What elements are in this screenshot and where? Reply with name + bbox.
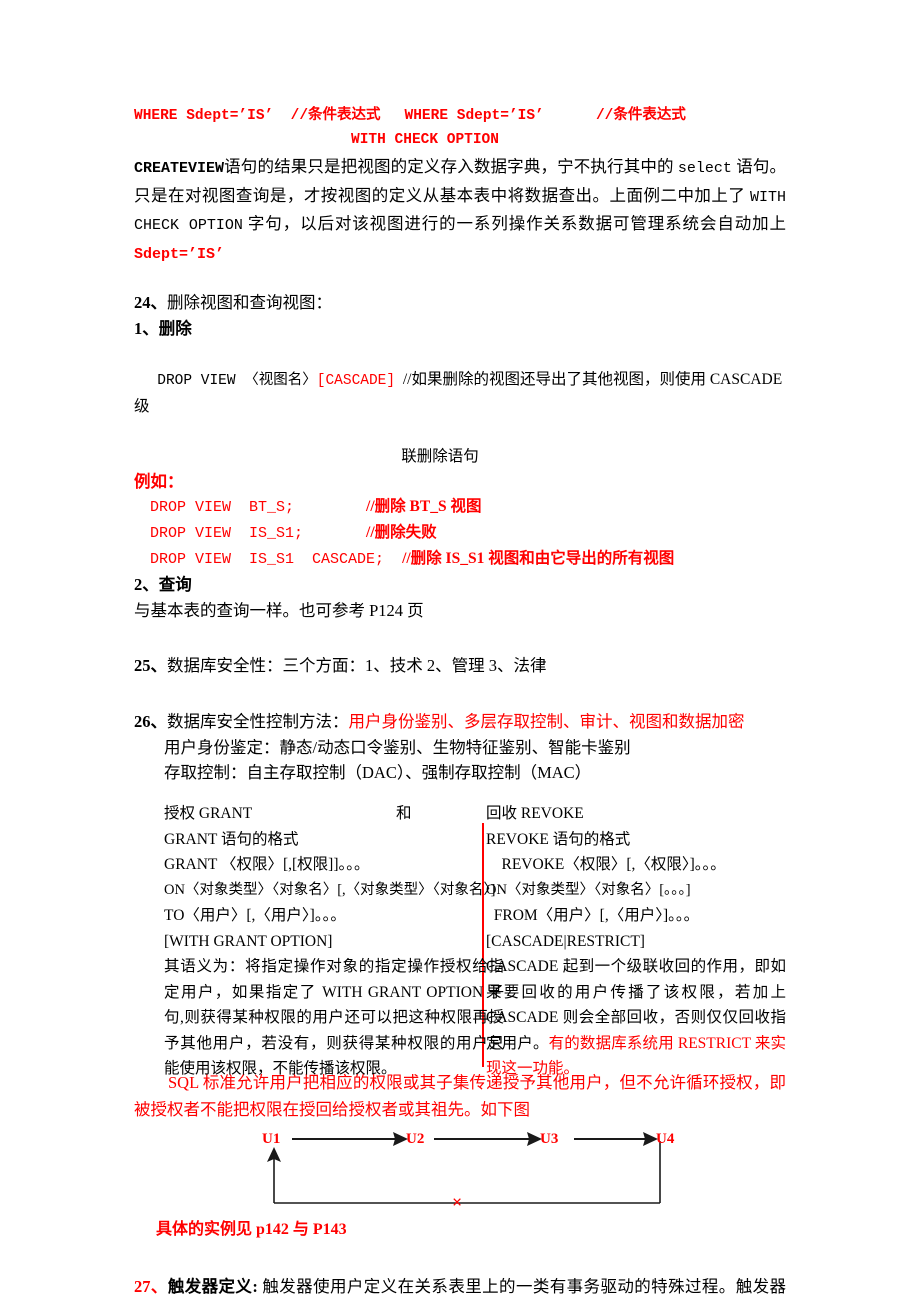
item-24-number: 24、 [134, 293, 167, 312]
grant-column: 授权 GRANT GRANT 语句的格式 GRANT 〈权限〉[,[权限]]。。… [164, 801, 504, 1082]
drop-view-syntax-comment-2-text: 联删除语句 [401, 448, 479, 465]
item-24-title: 删除视图和查询视图： [167, 293, 332, 312]
grant-syntax-line-4: [WITH GRANT OPTION] [164, 932, 333, 950]
item-25-heading: 25、数据库安全性：三个方面：1、技术 2、管理 3、法律 [134, 653, 786, 679]
drop-view-example-2-gap [303, 525, 366, 542]
item-26-number: 26、 [134, 712, 167, 731]
drop-view-example-2-code: DROP VIEW IS_S1; [150, 525, 304, 542]
drop-view-example-2-comment: //删除失败 [366, 524, 437, 541]
grant-syntax-line-3: TO〈用户〉[,〈用户〉]。。。 [164, 907, 346, 924]
diagram-forbidden-mark: × [452, 1192, 463, 1212]
grant-explanation: 其语义为：将指定操作对象的指定操作授权给指定用户，如果指定了 WITH GRAN… [164, 958, 504, 1077]
item-27-number: 27、 [134, 1277, 168, 1296]
item-24-sub1: 1、删除 [134, 316, 786, 342]
drop-view-syntax-prefix: DROP VIEW 〈视图名〉 [157, 373, 317, 389]
drop-view-example-1: DROP VIEW BT_S; //删除 BT_S 视图 [134, 494, 786, 520]
item-27-title: 触发器定义: [167, 1277, 258, 1296]
document-body: WHERE Sdept=’IS’ //条件表达式 WHERE Sdept=’IS’… [134, 104, 786, 1302]
grant-revoke-table: 授权 GRANT GRANT 语句的格式 GRANT 〈权限〉[,[权限]]。。… [134, 801, 786, 1077]
authorization-cycle-diagram: U1 U2 U3 U4 × [134, 1127, 786, 1217]
item-26-line-3: 存取控制：自主存取控制（DAC）、强制存取控制（MAC） [164, 763, 592, 782]
header-code-right: WHERE Sdept=’IS’ //条件表达式 [404, 108, 686, 124]
diagram-node-u4: U4 [656, 1131, 675, 1147]
revoke-syntax-line-3: FROM〈用户〉[,〈用户〉]。。。 [486, 907, 700, 924]
header-code-line-2: WITH CHECK OPTION [351, 132, 499, 148]
drop-view-syntax-comment-2: 联删除语句 [134, 444, 786, 469]
diagram-node-u2: U2 [406, 1131, 425, 1147]
createview-select-keyword: select [677, 160, 732, 177]
createview-text-1: 语句的结果只是把视图的定义存入数据字典，宁不执行其中的 [224, 157, 678, 176]
grant-syntax-line-2: ON〈对象类型〉〈对象名〉[,〈对象类型〉〈对象名〉] [164, 881, 496, 898]
diagram-node-u3: U3 [540, 1131, 559, 1147]
createview-keyword: CREATEVIEW [134, 160, 225, 177]
drop-view-example-1-code: DROP VIEW BT_S; [150, 499, 295, 516]
revoke-explanation: CASCADE 起到一个级联收回的作用，即如果要回收的用户传播了该权限，若加上 … [486, 954, 786, 1082]
item-25-number: 25、 [134, 656, 167, 675]
drop-view-example-3: DROP VIEW IS_S1 CASCADE; //删除 IS_S1 视图和由… [134, 546, 786, 572]
header-code-line-1: WHERE Sdept=’IS’ //条件表达式 WHERE Sdept=’IS’… [134, 104, 786, 128]
createview-paragraph: CREATEVIEW语句的结果只是把视图的定义存入数据字典，宁不执行其中的 se… [134, 154, 786, 268]
item-26-title-highlight: 用户身份鉴别、多层存取控制、审计、视图和数据加密 [348, 712, 745, 731]
item-26-title: 数据库安全性控制方法： [167, 712, 349, 731]
revoke-format-label: REVOKE 语句的格式 [486, 830, 631, 848]
grant-syntax-line-1: GRANT 〈权限〉[,[权限]]。。。 [164, 856, 370, 873]
item-27-paragraph: 27、触发器定义: 触发器使用户定义在关系表里上的一类有事务驱动的特殊过程。触发… [134, 1273, 786, 1302]
example-label: 例如： [134, 472, 184, 491]
drop-view-syntax: DROP VIEW 〈视图名〉[CASCADE] //如果删除的视图还导出了其他… [134, 342, 786, 444]
item-24-sub1-label: 1、删除 [134, 319, 192, 338]
grant-format-label: GRANT 语句的格式 [164, 830, 299, 848]
drop-view-example-3-comment: //删除 IS_S1 视图和由它导出的所有视图 [402, 550, 675, 567]
authorization-cycle-svg [267, 1132, 661, 1204]
revoke-syntax-line-1: REVOKE〈权限〉[,〈权限〉]。。。 [486, 856, 726, 873]
drop-view-example-1-comment: //删除 BT_S 视图 [366, 498, 482, 515]
drop-view-example-3-code: DROP VIEW IS_S1 CASCADE; [150, 551, 385, 568]
item-26-line-2: 用户身份鉴定：静态/动态口令鉴别、生物特征鉴别、智能卡鉴别 [164, 738, 631, 757]
drop-view-example-2: DROP VIEW IS_S1; //删除失败 [134, 520, 786, 546]
item-24-sub2-text: 与基本表的查询一样。也可参考 P124 页 [134, 601, 424, 620]
drop-view-example-3-gap [384, 551, 402, 568]
diagram-node-u1: U1 [262, 1131, 281, 1147]
item-26-heading: 26、数据库安全性控制方法：用户身份鉴别、多层存取控制、审计、视图和数据加密 [134, 709, 786, 735]
item-24-sub2: 2、查询 [134, 575, 192, 594]
item-25-title: 数据库安全性：三个方面：1、技术 2、管理 3、法律 [167, 656, 547, 675]
header-code-left: WHERE Sdept=’IS’ //条件表达式 [134, 108, 381, 124]
drop-view-example-1-gap [294, 499, 366, 516]
drop-view-cascade-option: [CASCADE] [316, 373, 396, 389]
reference-note: 具体的实例见 p142 与 P143 [156, 1221, 347, 1238]
grant-column-header: 授权 GRANT [164, 805, 253, 822]
createview-sdept-highlight: Sdept=’IS’ [134, 245, 225, 263]
revoke-column: 回收 REVOKE REVOKE 语句的格式 REVOKE〈权限〉[,〈权限〉]… [486, 801, 786, 1082]
item-24-heading: 24、删除视图和查询视图： [134, 290, 786, 316]
grant-revoke-conjunction: 和 [396, 805, 412, 822]
revoke-syntax-line-2: ON〈对象类型〉〈对象名〉[。。。] [486, 881, 691, 898]
createview-text-3: 字句，以后对该视图进行的一系列操作关系数据可管理系统会自动加上 [242, 214, 786, 233]
revoke-column-header: 回收 REVOKE [486, 805, 584, 822]
document-page: WHERE Sdept=’IS’ //条件表达式 WHERE Sdept=’IS’… [0, 0, 920, 1302]
revoke-syntax-line-4: [CASCADE|RESTRICT] [486, 932, 645, 950]
